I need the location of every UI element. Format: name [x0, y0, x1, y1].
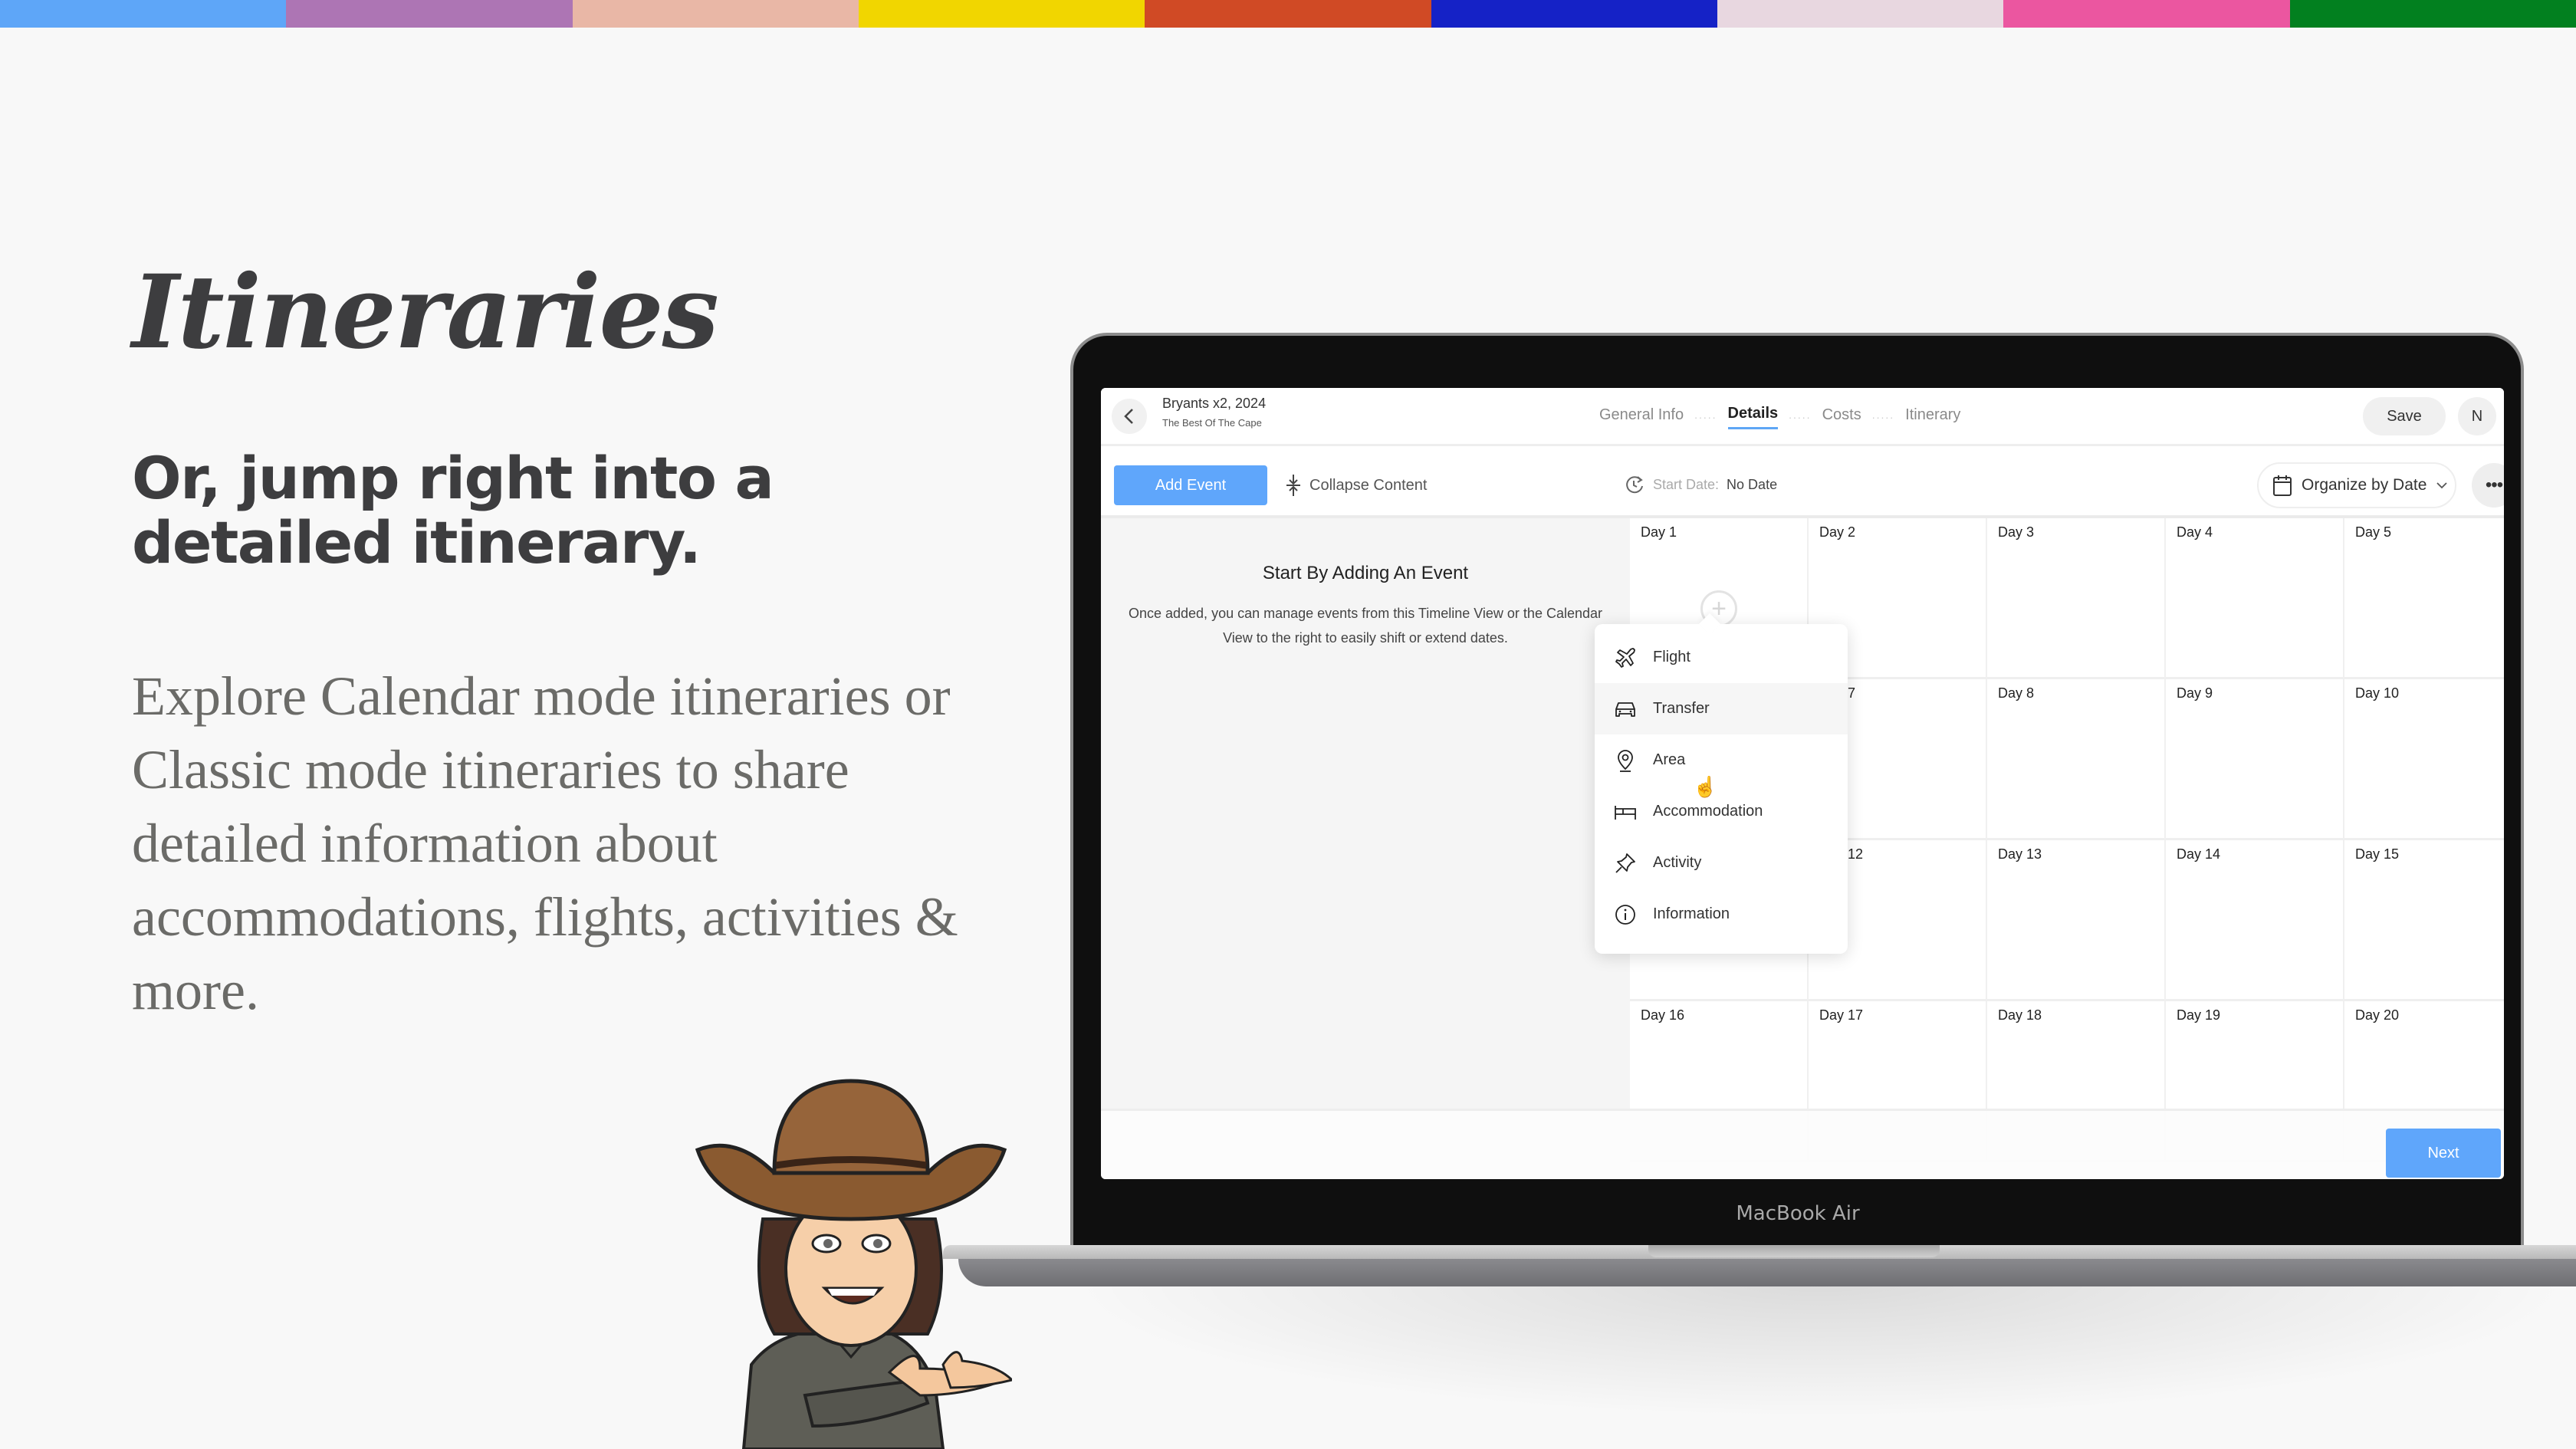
- menu-item-label: Flight: [1653, 649, 1691, 665]
- calendar-day-label: Day 16: [1641, 1007, 1685, 1023]
- calendar-day-label: Day 15: [2355, 846, 2400, 862]
- calendar-icon: [2273, 475, 2292, 496]
- calendar-day-cell[interactable]: Day 13: [1987, 840, 2166, 1001]
- car-icon: [1615, 702, 1635, 717]
- organize-by-date-dropdown[interactable]: Organize by Date: [2257, 462, 2456, 508]
- app-screen: Bryants x2, 2024 The Best Of The Cape Ge…: [1101, 388, 2504, 1179]
- user-avatar[interactable]: N: [2458, 397, 2496, 435]
- step-separator: .....: [1871, 409, 1895, 421]
- calendar-day-label: Day 5: [2355, 524, 2392, 540]
- laptop-base: [943, 1245, 2576, 1291]
- calendar-day-cell[interactable]: Day 15: [2344, 840, 2504, 1001]
- app-header: Bryants x2, 2024 The Best Of The Cape Ge…: [1101, 388, 2504, 446]
- calendar-day-label: Day 13: [1998, 846, 2042, 862]
- color-stripe: [0, 0, 2576, 28]
- menu-item-flight[interactable]: Flight: [1595, 632, 1848, 683]
- calendar-day-cell[interactable]: Day 4: [2166, 518, 2344, 679]
- calendar-day-label: Day 20: [2355, 1007, 2400, 1023]
- start-date-label: Start Date:: [1653, 476, 1720, 492]
- laptop-bottom: [958, 1259, 2576, 1286]
- collapse-content-button[interactable]: Collapse Content: [1285, 474, 1427, 497]
- timeline-panel: Start By Adding An Event Once added, you…: [1101, 518, 1630, 1109]
- stripe-segment: [1717, 0, 2004, 28]
- calendar-day-label: Day 14: [2177, 846, 2221, 862]
- trip-subtitle: The Best Of The Cape: [1162, 417, 1262, 429]
- calendar-day-label: Day 9: [2177, 685, 2213, 701]
- step-separator: .....: [1694, 409, 1717, 421]
- menu-item-area[interactable]: Area: [1595, 734, 1848, 786]
- start-date-value: No Date: [1727, 476, 1778, 492]
- laptop-notch: [1648, 1245, 1940, 1257]
- menu-item-transfer[interactable]: Transfer ☝: [1595, 683, 1848, 798]
- bed-icon: [1615, 805, 1636, 820]
- menu-item-label: Accommodation: [1653, 803, 1763, 820]
- tab-costs[interactable]: Costs: [1822, 406, 1861, 429]
- calendar-day-cell[interactable]: Day 10: [2344, 679, 2504, 840]
- stripe-segment: [1145, 0, 1431, 28]
- toolbar: Add Event Collapse Content Start Date: N…: [1101, 446, 2504, 518]
- device-label: MacBook Air: [1736, 1202, 1860, 1225]
- stripe-segment: [286, 0, 573, 28]
- calendar-day-label: Day 3: [1998, 524, 2035, 540]
- body-copy: Explore Calendar mode itineraries or Cla…: [132, 665, 958, 1021]
- stripe-segment: [0, 0, 287, 28]
- stripe-segment: [858, 0, 1145, 28]
- tab-itinerary[interactable]: Itinerary: [1905, 406, 1960, 429]
- info-icon: [1615, 904, 1635, 925]
- calendar-day-cell[interactable]: Day 8: [1987, 679, 2166, 840]
- collapse-content-label: Collapse Content: [1309, 476, 1428, 494]
- calendar-day-label: Day 18: [1998, 1007, 2042, 1023]
- step-tabs: General Info ..... Details ..... Costs .…: [1599, 405, 1960, 429]
- subheading: Or, jump right into a detailed itinerary…: [132, 444, 774, 577]
- event-type-menu: Flight Transfer ☝ Area Accommodation Act…: [1595, 624, 1848, 954]
- next-button[interactable]: Next: [2386, 1129, 2501, 1178]
- airplane-icon: [1615, 647, 1635, 668]
- tab-details[interactable]: Details: [1727, 405, 1779, 429]
- add-event-button[interactable]: Add Event: [1114, 465, 1267, 505]
- start-date[interactable]: Start Date: No Date: [1624, 474, 1777, 495]
- calendar-day-label: Day 2: [1819, 524, 1856, 540]
- calendar-day-cell[interactable]: Day 5: [2344, 518, 2504, 679]
- calendar-day-cell[interactable]: Day 14: [2166, 840, 2344, 1001]
- menu-item-label: Activity: [1653, 854, 1702, 871]
- pushpin-icon: [1615, 853, 1635, 873]
- calendar-day-cell[interactable]: Day 3: [1987, 518, 2166, 679]
- collapse-icon: [1286, 475, 1300, 496]
- calendar-day-cell[interactable]: Day 9: [2166, 679, 2344, 840]
- chevron-left-icon: [1124, 409, 1133, 424]
- footer-bar: [1101, 1109, 2504, 1179]
- more-options-button[interactable]: •••: [2472, 463, 2504, 508]
- trip-title: Bryants x2, 2024: [1162, 396, 1267, 411]
- menu-item-label: Information: [1653, 905, 1730, 922]
- menu-item-label: Area: [1653, 751, 1686, 768]
- menu-item-accommodation[interactable]: Accommodation: [1595, 786, 1848, 837]
- timeline-empty-title: Start By Adding An Event: [1262, 563, 1469, 583]
- calendar-day-label: Day 17: [1819, 1007, 1864, 1023]
- menu-item-information[interactable]: Information: [1595, 889, 1848, 940]
- calendar-day-label: Day 8: [1998, 685, 2035, 701]
- stripe-segment: [572, 0, 859, 28]
- menu-item-label: Transfer: [1653, 700, 1710, 717]
- save-button[interactable]: Save: [2363, 397, 2446, 435]
- calendar-day-label: Day 4: [2177, 524, 2213, 540]
- stripe-segment: [1431, 0, 1717, 28]
- organize-label: Organize by Date: [2302, 476, 2427, 494]
- stripe-segment: [2289, 0, 2576, 28]
- map-pin-icon: [1618, 749, 1633, 772]
- chevron-down-icon: [2436, 482, 2448, 489]
- back-button[interactable]: [1112, 399, 1147, 434]
- stripe-segment: [2003, 0, 2290, 28]
- tab-general-info[interactable]: General Info: [1599, 406, 1684, 429]
- page-heading: Itineraries: [132, 253, 719, 372]
- menu-item-activity[interactable]: Activity: [1595, 837, 1848, 889]
- step-separator: .....: [1789, 409, 1812, 421]
- timeline-empty-description: Once added, you can manage events from t…: [1128, 606, 1602, 646]
- calendar-day-label: Day 1: [1641, 524, 1677, 540]
- clock-rotate-icon: [1626, 476, 1643, 494]
- calendar-day-label: Day 10: [2355, 685, 2400, 701]
- calendar-day-label: Day 19: [2177, 1007, 2221, 1023]
